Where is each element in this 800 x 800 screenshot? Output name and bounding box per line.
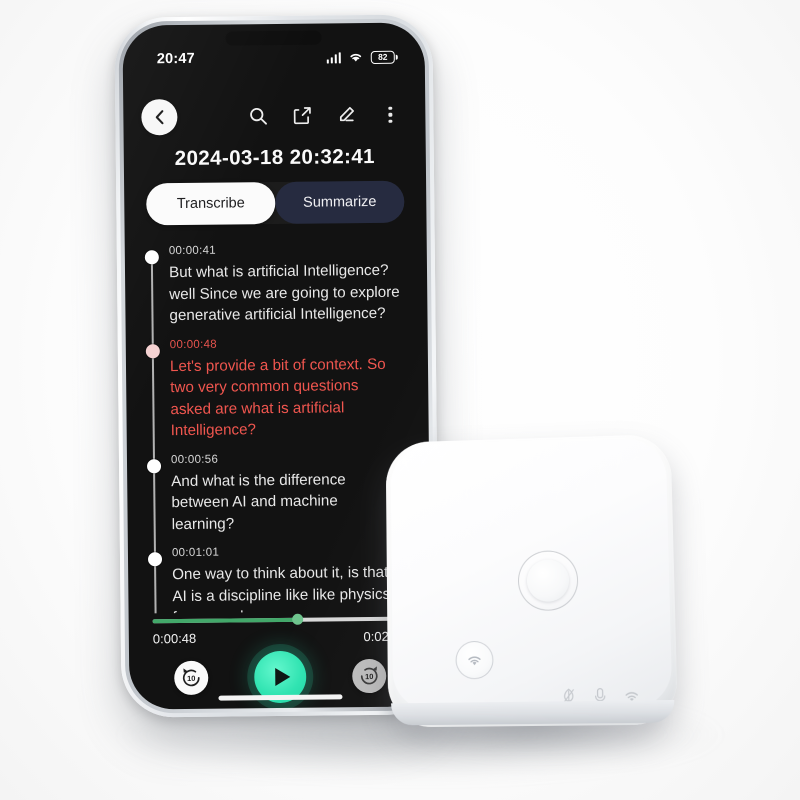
current-time: 0:00:48 xyxy=(152,630,197,647)
progress-thumb[interactable] xyxy=(291,613,303,625)
more-button[interactable] xyxy=(379,104,401,126)
progress-fill xyxy=(152,617,298,623)
segment-timestamp: 00:00:56 xyxy=(170,453,219,466)
tab-transcribe[interactable]: Transcribe xyxy=(146,182,276,226)
battery-indicator: 82 xyxy=(370,50,395,64)
search-button[interactable] xyxy=(247,105,269,127)
device-face xyxy=(390,437,673,712)
timeline-dot xyxy=(147,552,163,567)
phone-notch xyxy=(225,30,322,46)
wifi-icon xyxy=(468,655,481,665)
segment-timestamp: 00:00:48 xyxy=(169,338,218,351)
rewind-seconds: 10 xyxy=(187,673,196,683)
segment-timestamp: 00:00:41 xyxy=(168,244,217,258)
player-times: 0:00:48 0:02:15 xyxy=(153,629,407,647)
segment-text: Let's provide a bit of context. So two v… xyxy=(169,355,386,440)
app-toolbar xyxy=(123,90,425,141)
transcript-segment-active[interactable]: 00:00:48 Let's provide a bit of context.… xyxy=(126,336,429,442)
device-body xyxy=(385,433,679,728)
battery-level: 82 xyxy=(377,51,388,62)
edit-button[interactable] xyxy=(335,104,357,126)
wifi-icon xyxy=(350,53,362,62)
play-icon xyxy=(274,667,290,687)
tab-summarize[interactable]: Summarize xyxy=(275,180,405,225)
segment-text: But what is artificial Intelligence? wel… xyxy=(168,261,400,325)
page-title: 2024-03-18 20:32:41 xyxy=(174,144,376,171)
toolbar-actions xyxy=(247,104,403,128)
status-indicators: 82 xyxy=(326,50,395,64)
status-bar: 20:47 82 xyxy=(123,44,425,71)
pencil-icon xyxy=(339,106,354,122)
mode-tabs: Transcribe Summarize xyxy=(146,180,405,226)
progress-slider[interactable] xyxy=(152,613,407,628)
status-time: 20:47 xyxy=(156,50,195,68)
device-wifi-button[interactable] xyxy=(455,640,494,680)
back-button[interactable] xyxy=(141,99,178,136)
segment-text: And what is the difference between AI an… xyxy=(171,470,346,533)
smart-recorder-device xyxy=(385,433,679,757)
forward-seconds: 10 xyxy=(365,671,374,681)
signal-bars-icon xyxy=(326,51,341,63)
segment-timestamp: 00:01:01 xyxy=(171,546,220,560)
forward-10-button[interactable]: 10 xyxy=(352,658,387,694)
timeline-dot xyxy=(145,343,160,358)
device-bottom-edge xyxy=(390,699,675,726)
timeline-dot xyxy=(144,250,159,265)
scene-stage: 20:47 82 2024-03-18 20:32:41 Transcribe … xyxy=(0,0,800,800)
transcript-segment[interactable]: 00:00:41 But what is artificial Intellig… xyxy=(125,242,428,327)
chevron-left-icon xyxy=(155,110,164,125)
timeline-dot xyxy=(146,458,162,473)
device-record-button[interactable] xyxy=(517,549,579,612)
kebab-menu-icon xyxy=(381,107,399,123)
share-button[interactable] xyxy=(291,105,313,127)
share-icon xyxy=(293,107,311,125)
search-icon xyxy=(250,107,267,125)
segment-text: One way to think about it, is that AI is… xyxy=(172,563,391,614)
rewind-10-button[interactable]: 10 xyxy=(174,660,209,696)
